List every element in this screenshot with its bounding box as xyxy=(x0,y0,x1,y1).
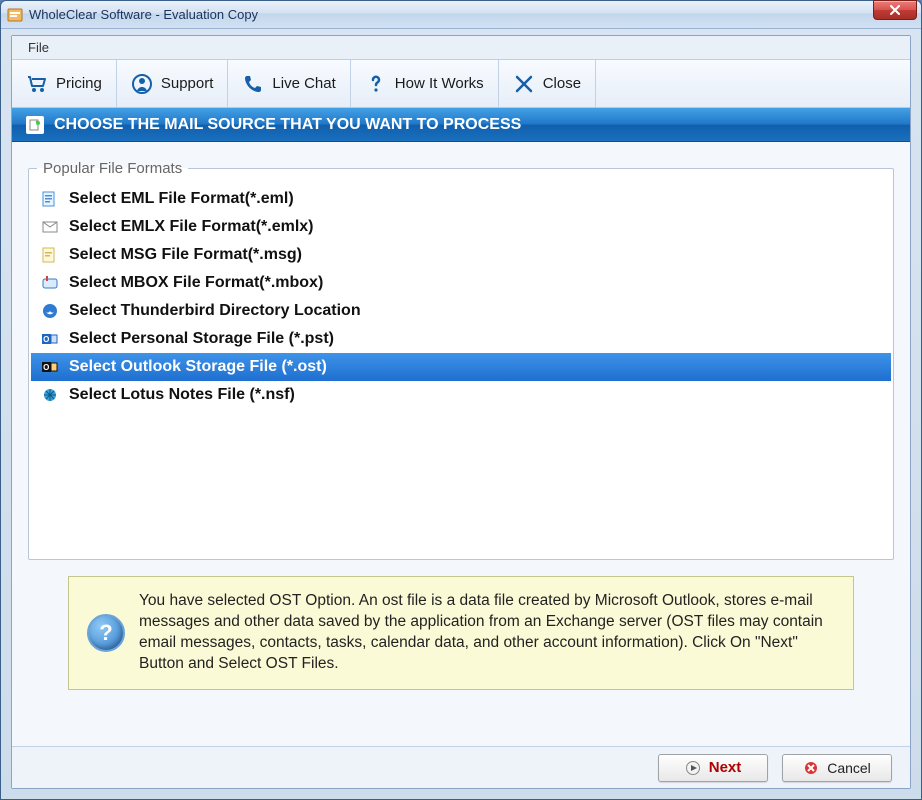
toolbar-pricing[interactable]: Pricing xyxy=(12,60,117,107)
menu-file[interactable]: File xyxy=(22,38,55,57)
format-emlx[interactable]: Select EMLX File Format(*.emlx) xyxy=(31,213,891,241)
format-emlx-label: Select EMLX File Format(*.emlx) xyxy=(69,218,314,236)
envelope-icon xyxy=(41,218,59,236)
phone-icon xyxy=(242,73,264,95)
cancel-icon xyxy=(803,760,819,776)
format-pst-label: Select Personal Storage File (*.pst) xyxy=(69,330,334,348)
next-button[interactable]: Next xyxy=(658,754,768,782)
support-icon xyxy=(131,73,153,95)
svg-text:O: O xyxy=(43,335,49,344)
format-mbox-label: Select MBOX File Format(*.mbox) xyxy=(69,274,323,292)
toolbar-pricing-label: Pricing xyxy=(56,75,102,92)
section-banner: CHOOSE THE MAIL SOURCE THAT YOU WANT TO … xyxy=(12,108,910,142)
format-ost[interactable]: O Select Outlook Storage File (*.ost) xyxy=(31,353,891,381)
thunderbird-icon xyxy=(41,302,59,320)
format-ost-label: Select Outlook Storage File (*.ost) xyxy=(69,358,327,376)
cancel-button[interactable]: Cancel xyxy=(782,754,892,782)
format-nsf-label: Select Lotus Notes File (*.nsf) xyxy=(69,386,295,404)
format-eml-label: Select EML File Format(*.eml) xyxy=(69,190,294,208)
eml-file-icon xyxy=(41,190,59,208)
toolbar-support[interactable]: Support xyxy=(117,60,229,107)
cart-icon xyxy=(26,73,48,95)
msg-file-icon xyxy=(41,246,59,264)
toolbar-livechat[interactable]: Live Chat xyxy=(228,60,350,107)
client-area: File Pricing Support Live Chat xyxy=(11,35,911,789)
formats-group: Popular File Formats Select EML File For… xyxy=(28,160,894,560)
toolbar-howitworks[interactable]: How It Works xyxy=(351,60,499,107)
format-list: Select EML File Format(*.eml) Select EML… xyxy=(29,183,893,411)
toolbar-support-label: Support xyxy=(161,75,214,92)
next-label: Next xyxy=(709,759,742,776)
info-text: You have selected OST Option. An ost fil… xyxy=(139,591,835,675)
app-icon xyxy=(7,7,23,23)
window-close-button[interactable] xyxy=(873,0,917,20)
play-icon xyxy=(685,760,701,776)
lotus-notes-icon xyxy=(41,386,59,404)
info-box: ? You have selected OST Option. An ost f… xyxy=(68,576,854,690)
toolbar-close-label: Close xyxy=(543,75,581,92)
svg-text:O: O xyxy=(43,363,49,372)
format-msg[interactable]: Select MSG File Format(*.msg) xyxy=(31,241,891,269)
cancel-label: Cancel xyxy=(827,760,871,776)
app-window: WholeClear Software - Evaluation Copy Fi… xyxy=(0,0,922,800)
window-title: WholeClear Software - Evaluation Copy xyxy=(29,7,258,22)
format-eml[interactable]: Select EML File Format(*.eml) xyxy=(31,185,891,213)
close-icon xyxy=(513,73,535,95)
outlook-pst-icon: O xyxy=(41,330,59,348)
title-bar: WholeClear Software - Evaluation Copy xyxy=(1,1,921,29)
format-nsf[interactable]: Select Lotus Notes File (*.nsf) xyxy=(31,381,891,409)
body-area: Popular File Formats Select EML File For… xyxy=(12,142,910,746)
mbox-icon xyxy=(41,274,59,292)
banner-doc-icon xyxy=(26,116,44,134)
toolbar-livechat-label: Live Chat xyxy=(272,75,335,92)
question-icon xyxy=(365,73,387,95)
banner-text: CHOOSE THE MAIL SOURCE THAT YOU WANT TO … xyxy=(54,116,521,134)
toolbar-howitworks-label: How It Works xyxy=(395,75,484,92)
format-pst[interactable]: O Select Personal Storage File (*.pst) xyxy=(31,325,891,353)
outlook-ost-icon: O xyxy=(41,358,59,376)
toolbar: Pricing Support Live Chat How It Works xyxy=(12,60,910,108)
button-bar: Next Cancel xyxy=(12,746,910,788)
format-mbox[interactable]: Select MBOX File Format(*.mbox) xyxy=(31,269,891,297)
format-msg-label: Select MSG File Format(*.msg) xyxy=(69,246,302,264)
menu-bar: File xyxy=(12,36,910,60)
info-question-icon: ? xyxy=(87,614,125,652)
formats-legend: Popular File Formats xyxy=(37,160,188,177)
format-thunderbird[interactable]: Select Thunderbird Directory Location xyxy=(31,297,891,325)
toolbar-close[interactable]: Close xyxy=(499,60,596,107)
format-thunderbird-label: Select Thunderbird Directory Location xyxy=(69,302,361,320)
